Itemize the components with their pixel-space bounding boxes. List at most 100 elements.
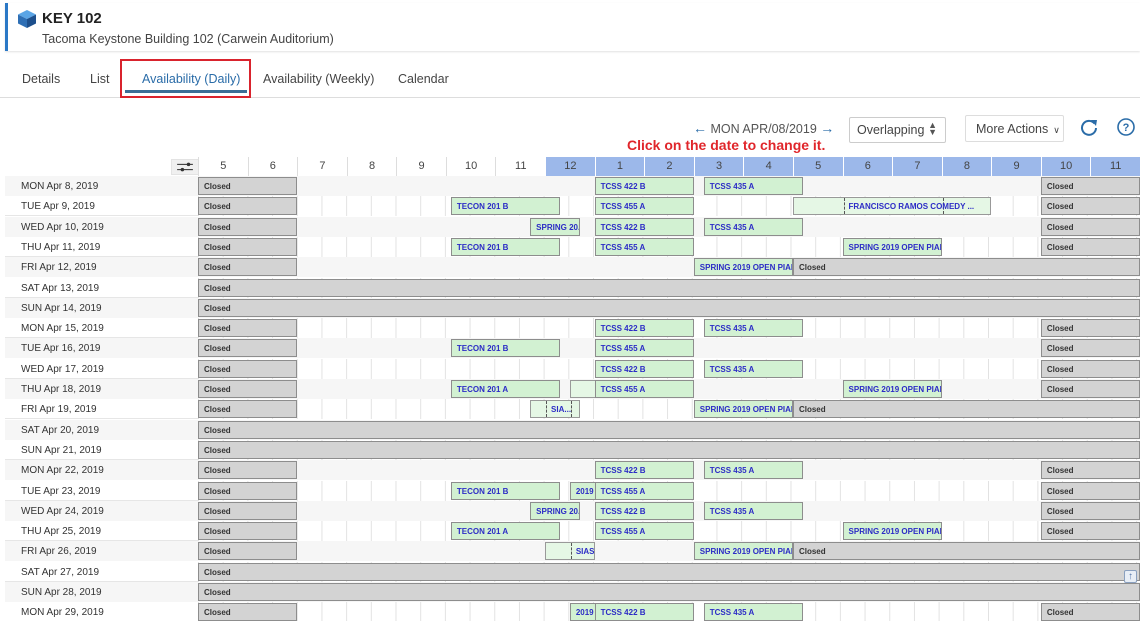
closed-block[interactable]: Closed bbox=[198, 278, 1140, 297]
booking-block[interactable]: SPRING 2019 OPEN PIAN... bbox=[693, 542, 793, 561]
closed-block[interactable]: Closed bbox=[1040, 501, 1140, 520]
closed-block[interactable]: Closed bbox=[1040, 217, 1140, 236]
tab-list[interactable]: List bbox=[90, 72, 109, 86]
closed-block[interactable]: Closed bbox=[1040, 603, 1140, 621]
booking-block[interactable]: TCSS 455 A bbox=[594, 522, 694, 541]
booking-block[interactable]: TECON 201 B bbox=[450, 481, 560, 500]
refresh-icon[interactable] bbox=[1079, 117, 1099, 137]
closed-block[interactable]: Closed bbox=[198, 562, 1140, 581]
booking-block[interactable]: TCSS 422 B bbox=[594, 461, 694, 480]
closed-block[interactable]: Closed bbox=[198, 481, 298, 500]
more-actions-button[interactable]: More Actions ∨ bbox=[965, 115, 1064, 142]
scroll-to-top-button[interactable]: ↑ bbox=[1124, 570, 1137, 583]
booking-block[interactable]: TCSS 455 A bbox=[594, 481, 694, 500]
closed-block[interactable]: Closed bbox=[198, 380, 298, 398]
day-timeline[interactable]: Closed SPRING 20... TCSS 422 B TCSS 435 A Cl… bbox=[198, 500, 1140, 521]
closed-block[interactable]: Closed bbox=[198, 522, 298, 541]
next-date-arrow[interactable]: → bbox=[820, 120, 834, 136]
closed-block[interactable]: Closed bbox=[1040, 177, 1140, 195]
closed-block[interactable]: Closed bbox=[198, 420, 1140, 439]
day-timeline[interactable]: Closed2019 CO...TCSS 422 BTCSS 435 AClos… bbox=[198, 602, 1140, 621]
day-timeline[interactable]: Closed SIAS FACU... SPRING 2019 OPEN PIAN.… bbox=[198, 541, 1140, 562]
day-timeline[interactable]: Closed SIA... SPRING 2019 OPEN PIAN... Clos… bbox=[198, 399, 1140, 420]
closed-block[interactable]: Closed bbox=[198, 461, 298, 480]
booking-block[interactable]: TCSS 422 B bbox=[594, 177, 694, 195]
closed-block[interactable]: Closed bbox=[1040, 237, 1140, 256]
booking-block[interactable]: SIA... bbox=[530, 400, 580, 419]
day-timeline[interactable]: Closed bbox=[198, 419, 1140, 440]
day-timeline[interactable]: Closed TECON 201 B TCSS 455 A Closed bbox=[198, 338, 1140, 359]
day-timeline[interactable]: Closed TECON 201 A TCSS 455 A SPRING 2019 O… bbox=[198, 521, 1140, 542]
booking-block[interactable]: TCSS 422 B bbox=[594, 359, 694, 378]
booking-block[interactable]: TCSS 455 A bbox=[594, 197, 694, 216]
help-icon[interactable]: ? bbox=[1116, 117, 1136, 137]
day-timeline[interactable]: ClosedTECON 201 B2019 CO...TCSS 455 AClo… bbox=[198, 480, 1140, 501]
tab-details[interactable]: Details bbox=[22, 72, 60, 86]
booking-block[interactable]: TCSS 422 B bbox=[594, 603, 694, 621]
closed-block[interactable]: Closed bbox=[792, 400, 1140, 419]
settings-sliders-icon[interactable] bbox=[171, 159, 199, 175]
closed-block[interactable]: Closed bbox=[198, 583, 1140, 601]
closed-block[interactable]: Closed bbox=[1040, 319, 1140, 338]
booking-block[interactable]: TCSS 435 A bbox=[703, 177, 803, 195]
closed-block[interactable]: Closed bbox=[198, 501, 298, 520]
day-timeline[interactable]: Closed TCSS 422 B TCSS 435 A Closed bbox=[198, 318, 1140, 339]
day-timeline[interactable]: Closed bbox=[198, 561, 1140, 582]
closed-block[interactable]: Closed bbox=[198, 603, 298, 621]
closed-block[interactable]: Closed bbox=[198, 400, 298, 419]
prev-date-arrow[interactable]: ← bbox=[693, 120, 707, 136]
closed-block[interactable]: Closed bbox=[198, 177, 298, 195]
booking-block[interactable]: TCSS 455 A bbox=[594, 339, 694, 358]
closed-block[interactable]: Closed bbox=[198, 339, 298, 358]
booking-block[interactable]: TCSS 435 A bbox=[703, 319, 803, 338]
day-timeline[interactable]: Closed SPRING 2019 OPEN PIAN... Closed bbox=[198, 257, 1140, 278]
booking-block[interactable]: TECON 201 A bbox=[450, 522, 560, 541]
booking-block[interactable]: SPRING 20... bbox=[530, 501, 580, 520]
day-timeline[interactable]: Closed bbox=[198, 277, 1140, 298]
day-timeline[interactable]: Closed TCSS 422 B TCSS 435 A Closed bbox=[198, 176, 1140, 196]
booking-block[interactable]: TCSS 422 B bbox=[594, 319, 694, 338]
closed-block[interactable]: Closed bbox=[1040, 339, 1140, 358]
closed-block[interactable]: Closed bbox=[1040, 522, 1140, 541]
day-timeline[interactable]: Closed bbox=[198, 297, 1140, 318]
tab-calendar[interactable]: Calendar bbox=[398, 72, 449, 86]
closed-block[interactable]: Closed bbox=[1040, 481, 1140, 500]
current-date[interactable]: MON APR/08/2019 bbox=[710, 122, 816, 136]
closed-block[interactable]: Closed bbox=[1040, 380, 1140, 398]
booking-block[interactable]: TCSS 435 A bbox=[703, 359, 803, 378]
view-mode-select[interactable]: Overlapping ▲ ▼ bbox=[849, 117, 946, 143]
booking-block[interactable]: TECON 201 B bbox=[450, 197, 560, 216]
booking-block[interactable]: SPRING 2019 OPEN PIAN... bbox=[842, 237, 942, 256]
closed-block[interactable]: Closed bbox=[198, 440, 1140, 459]
closed-block[interactable]: Closed bbox=[792, 258, 1140, 277]
closed-block[interactable]: Closed bbox=[1040, 461, 1140, 480]
day-timeline[interactable]: Closed TECON 201 B TCSS 455 A FRANCISCO RAM… bbox=[198, 196, 1140, 217]
booking-block[interactable]: TCSS 422 B bbox=[594, 501, 694, 520]
booking-block[interactable]: TCSS 435 A bbox=[703, 603, 803, 621]
closed-block[interactable]: Closed bbox=[198, 359, 298, 378]
booking-block[interactable]: TCSS 435 A bbox=[703, 461, 803, 480]
closed-block[interactable]: Closed bbox=[198, 319, 298, 338]
booking-block[interactable]: SPRING 2019 OPEN PIAN... bbox=[693, 400, 793, 419]
closed-block[interactable]: Closed bbox=[198, 197, 298, 216]
booking-block[interactable]: SPRING 20... bbox=[530, 217, 580, 236]
booking-block[interactable]: TCSS 455 A bbox=[594, 237, 694, 256]
closed-block[interactable]: Closed bbox=[198, 237, 298, 256]
booking-block[interactable]: TECON 201 B bbox=[450, 237, 560, 256]
day-timeline[interactable]: Closed bbox=[198, 439, 1140, 460]
booking-block[interactable]: TECON 201 B bbox=[450, 339, 560, 358]
booking-block[interactable]: SPRING 2019 OPEN PIAN... bbox=[693, 258, 793, 277]
day-timeline[interactable]: Closed TCSS 422 B TCSS 435 A Closed bbox=[198, 358, 1140, 379]
booking-block[interactable]: SPRING 2019 OPEN PIAN... bbox=[842, 380, 942, 398]
booking-block[interactable]: TECON 201 A bbox=[450, 380, 560, 398]
day-timeline[interactable]: ClosedTECON 201 ASTU...TCSS 455 ASPRING … bbox=[198, 379, 1140, 399]
closed-block[interactable]: Closed bbox=[198, 258, 298, 277]
closed-block[interactable]: Closed bbox=[1040, 197, 1140, 216]
tab-availability-weekly[interactable]: Availability (Weekly) bbox=[263, 72, 374, 86]
booking-block[interactable]: SPRING 2019 OPEN PIAN... bbox=[842, 522, 942, 541]
day-timeline[interactable]: Closed TECON 201 B TCSS 455 A SPRING 2019 O… bbox=[198, 236, 1140, 257]
closed-block[interactable]: Closed bbox=[198, 217, 298, 236]
booking-block[interactable]: TCSS 422 B bbox=[594, 217, 694, 236]
booking-block[interactable]: TCSS 455 A bbox=[594, 380, 694, 398]
day-timeline[interactable]: Closed bbox=[198, 582, 1140, 602]
